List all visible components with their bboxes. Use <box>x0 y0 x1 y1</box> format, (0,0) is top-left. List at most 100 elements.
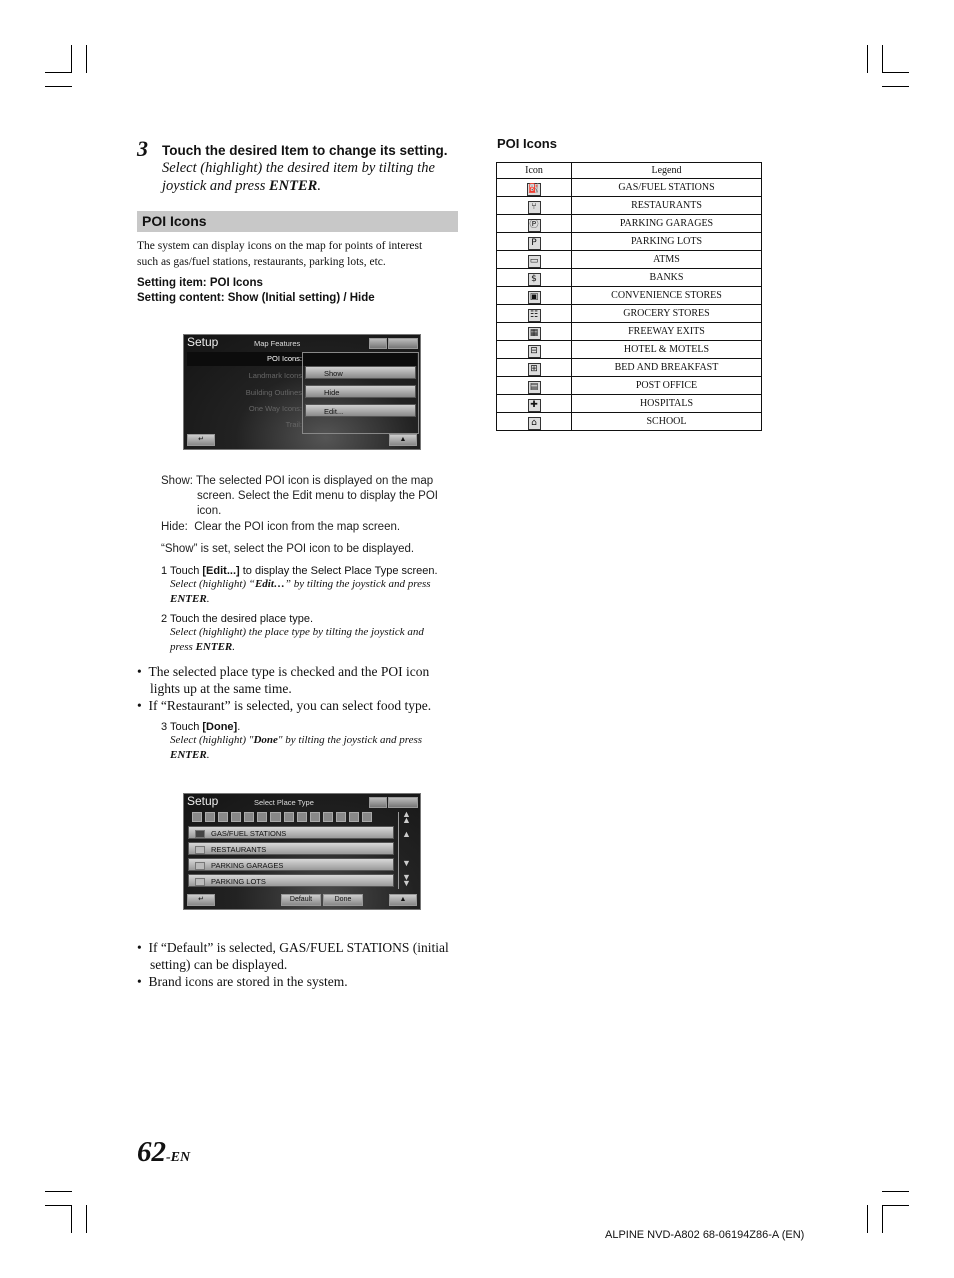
table-row: ▤ POST OFFICE <box>496 376 762 395</box>
icon-cell: ▦ <box>496 322 572 341</box>
menu-item-building-outlines[interactable]: Building Outlines <box>246 388 302 397</box>
post-icon[interactable] <box>335 812 346 822</box>
done-button[interactable]: Done <box>323 894 363 906</box>
bullet-item: • If “Restaurant” is selected, you can s… <box>137 698 432 713</box>
legend-cell: BED AND BREAKFAST <box>571 358 762 377</box>
atm-icon[interactable] <box>244 812 255 822</box>
step-instruction-line1: Select (highlight) the desired item by t… <box>162 160 435 176</box>
scroll-up-icon[interactable]: ▲ <box>402 829 411 839</box>
map-button[interactable] <box>369 797 387 808</box>
menu-button[interactable] <box>388 338 418 349</box>
school-icon[interactable] <box>362 812 373 822</box>
gas-icon[interactable] <box>192 812 203 822</box>
instruction-1: 1 Touch [Edit...] to display the Select … <box>161 565 438 605</box>
up-arrow-icon: ▲ <box>399 896 407 903</box>
icon-cell: ⑂ <box>496 196 572 215</box>
checkbox-checked[interactable] <box>195 830 205 838</box>
scroll-down-icon[interactable]: ▼ <box>402 858 411 868</box>
grocery-cart-icon: ☷ <box>527 308 541 322</box>
place-type-row[interactable]: PARKING LOTS <box>188 874 394 887</box>
place-type-row[interactable]: PARKING GARAGES <box>188 858 394 871</box>
bullet-text: If “Default” is selected, GAS/FUEL STATI… <box>148 940 449 955</box>
instr2-sub2: press <box>170 641 196 653</box>
legend-cell: CONVENIENCE STORES <box>571 286 762 305</box>
bnb-icon[interactable] <box>322 812 333 822</box>
icon-cell: $ <box>496 268 572 287</box>
menu-item-trail[interactable]: Trail: <box>286 420 302 429</box>
bullet-text: The selected place type is checked and t… <box>148 664 430 679</box>
bullet-text: Brand icons are stored in the system. <box>148 974 348 989</box>
map-button[interactable] <box>369 338 387 349</box>
parking-icon[interactable] <box>231 812 242 822</box>
legend-cell: GROCERY STORES <box>571 304 762 323</box>
map-features-screenshot: Setup Map Features POI Icons: Landmark I… <box>183 334 421 450</box>
legend-cell: PARKING GARAGES <box>571 214 762 233</box>
header-legend: Legend <box>571 162 762 179</box>
checkbox[interactable] <box>195 846 205 854</box>
legend-cell: PARKING LOTS <box>571 232 762 251</box>
step-instruction: Select (highlight) the desired item by t… <box>162 159 462 195</box>
up-button[interactable]: ▲ <box>389 894 417 906</box>
exit-icon[interactable] <box>296 812 307 822</box>
hospital-icon[interactable] <box>348 812 360 822</box>
bullet-text: If “Restaurant” is selected, you can sel… <box>148 698 432 713</box>
bank-icon[interactable] <box>257 812 268 822</box>
checkbox[interactable] <box>195 862 205 870</box>
table-row: ⛽ GAS/FUEL STATIONS <box>496 178 762 197</box>
menu-item-landmark-icons[interactable]: Landmark Icons <box>249 371 302 380</box>
restaurant-icon: ⑂ <box>527 200 541 214</box>
show-option-button[interactable]: Show <box>305 366 416 379</box>
place-type-row[interactable]: RESTAURANTS <box>188 842 394 855</box>
icon-cell: ⊟ <box>496 340 572 359</box>
grocery-icon[interactable] <box>283 812 294 822</box>
menu-item-poi-icons[interactable]: POI Icons: <box>267 354 302 363</box>
show-set-note: “Show” is set, select the POI icon to be… <box>161 543 415 555</box>
restaurant-icon[interactable] <box>205 812 216 822</box>
up-button[interactable]: ▲ <box>389 434 417 446</box>
parking-lot-icon: P <box>527 236 541 250</box>
icon-cell: ⊞ <box>496 358 572 377</box>
hotel-icon[interactable] <box>309 812 320 822</box>
hospital-cross-icon: ✚ <box>527 398 541 412</box>
instruction-2: 2 Touch the desired place type. Select (… <box>161 613 461 655</box>
instruction-3-post: . <box>237 721 241 733</box>
menu-button[interactable] <box>388 797 418 808</box>
freeway-exit-icon: ▦ <box>527 326 541 340</box>
back-button[interactable]: ↵ <box>187 434 215 446</box>
hotel-bed-icon: ⊟ <box>527 344 541 358</box>
legend-cell: HOSPITALS <box>571 394 762 413</box>
icon-cell: ☷ <box>496 304 572 323</box>
default-button[interactable]: Default <box>281 894 321 906</box>
setting-info: Setting item: POI Icons Setting content:… <box>137 276 375 306</box>
page-up-icon[interactable]: ▲ ▲ <box>402 810 411 825</box>
checkbox[interactable] <box>195 878 205 886</box>
table-row: ⑂ RESTAURANTS <box>496 196 762 215</box>
convenience-store-icon: ▣ <box>527 290 541 304</box>
back-button[interactable]: ↵ <box>187 894 215 906</box>
legend-cell: HOTEL & MOTELS <box>571 340 762 359</box>
instruction-3-text: 3 Touch <box>161 721 203 733</box>
icon-cell: ✚ <box>496 394 572 413</box>
convenience-icon[interactable] <box>270 812 281 822</box>
garage-icon[interactable] <box>218 812 229 822</box>
step-title: Touch the desired Item to change its set… <box>162 143 448 158</box>
edit-option-button[interactable]: Edit... <box>305 404 416 417</box>
enter-key-label: ENTER <box>269 178 318 194</box>
page-down-icon[interactable]: ▼ ▼ <box>402 873 411 888</box>
intro-line1: The system can display icons on the map … <box>137 240 423 252</box>
edit-label: [Edit...] <box>202 565 240 577</box>
icon-cell: ▣ <box>496 286 572 305</box>
hide-option-button[interactable]: Hide <box>305 385 416 398</box>
place-type-row[interactable]: GAS/FUEL STATIONS <box>188 826 394 839</box>
instr2-sub: Select (highlight) the place type by til… <box>170 626 424 638</box>
scrollbar[interactable] <box>398 812 399 889</box>
edit-bold: Edit… <box>254 578 285 590</box>
table-row: $ BANKS <box>496 268 762 287</box>
punctuation: . <box>317 178 321 194</box>
table-row: Ⓟ PARKING GARAGES <box>496 214 762 233</box>
legend-cell: BANKS <box>571 268 762 287</box>
screen-subtitle: Map Features <box>254 339 301 348</box>
setting-item: Setting item: POI Icons <box>137 277 263 289</box>
menu-item-one-way-icons[interactable]: One Way Icons: <box>249 404 302 413</box>
icon-cell: P <box>496 232 572 251</box>
